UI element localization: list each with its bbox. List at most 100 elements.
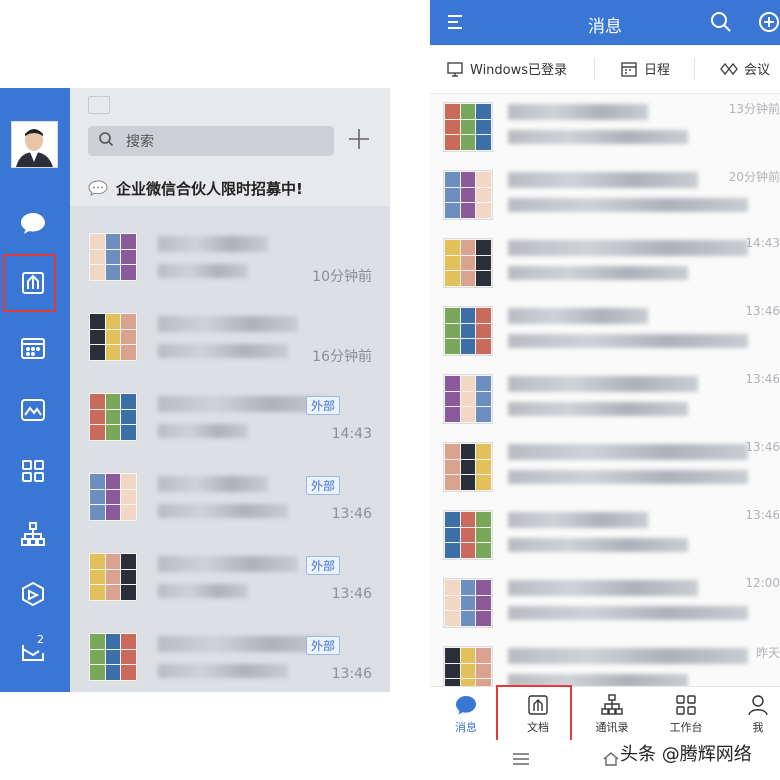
- external-tag: 外部: [306, 396, 341, 415]
- quick-meeting[interactable]: 会议: [720, 59, 770, 78]
- conversation-row[interactable]: 13:46: [430, 298, 780, 367]
- thumb-cell: [476, 444, 491, 459]
- workbench-icon: [676, 695, 696, 715]
- calendar-icon[interactable]: [15, 330, 51, 366]
- thumb-cell: [445, 240, 460, 255]
- redacted-preview: [508, 198, 748, 212]
- docs-highlight-box: [3, 254, 56, 312]
- header-icon: [88, 96, 110, 114]
- add-button[interactable]: [346, 126, 372, 156]
- thumb-cell: [460, 203, 476, 218]
- group-avatar: [443, 238, 493, 288]
- thumb-cell: [90, 265, 105, 280]
- thumb-cell: [476, 119, 491, 135]
- thumb-cell: [460, 475, 476, 490]
- redacted-name: [508, 104, 648, 120]
- chat-icon[interactable]: [15, 205, 51, 241]
- conversation-row[interactable]: 20分钟前: [430, 162, 780, 231]
- conversation-row[interactable]: 外部 13:46: [70, 536, 390, 616]
- conversation-row[interactable]: 13:46: [430, 434, 780, 503]
- search-input[interactable]: 搜索: [88, 126, 334, 156]
- quick-windows[interactable]: Windows已登录: [446, 59, 567, 78]
- redacted-name: [508, 376, 698, 392]
- row-time: 10分钟前: [312, 269, 372, 285]
- thumb-cell: [445, 580, 460, 595]
- thumb-cell: [445, 376, 460, 391]
- thumb-cell: [460, 444, 476, 459]
- conversation-row[interactable]: 13:46: [430, 502, 780, 571]
- thumb-cell: [121, 425, 136, 440]
- row-time: 13分钟前: [728, 102, 780, 116]
- contacts-icon[interactable]: [15, 516, 51, 552]
- thumb-cell: [121, 665, 136, 680]
- conversation-row[interactable]: 外部 14:43: [70, 376, 390, 456]
- conversation-row[interactable]: 外部 13:46: [70, 456, 390, 536]
- conversation-row[interactable]: 14:43: [430, 230, 780, 299]
- external-tag: 外部: [306, 636, 341, 655]
- thumb-cell: [460, 648, 476, 663]
- tab-me[interactable]: 我: [728, 691, 780, 735]
- mail-icon[interactable]: [15, 633, 51, 669]
- group-avatar: [88, 392, 138, 442]
- redacted-preview: [158, 664, 288, 678]
- thumb-cell: [476, 203, 491, 218]
- thumb-cell: [90, 234, 105, 249]
- thumb-cell: [460, 104, 476, 119]
- thumb-cell: [476, 255, 491, 271]
- group-avatar: [88, 472, 138, 522]
- nav-menu-icon[interactable]: [512, 752, 530, 766]
- thumb-cell: [105, 585, 121, 600]
- thumb-cell: [476, 407, 491, 422]
- tab-contacts[interactable]: 通讯录: [582, 691, 642, 735]
- thumb-cell: [460, 580, 476, 595]
- conversation-row[interactable]: 外部 13:46: [70, 616, 390, 696]
- avatar[interactable]: [11, 121, 58, 168]
- redacted-preview: [508, 470, 748, 484]
- search-placeholder: 搜索: [126, 134, 154, 150]
- redacted-name: [508, 444, 748, 460]
- thumb-cell: [445, 255, 460, 271]
- workbench-icon[interactable]: [15, 453, 51, 489]
- redacted-preview: [508, 130, 688, 144]
- thumb-cell: [445, 475, 460, 490]
- row-time: 14:43: [745, 236, 780, 250]
- redacted-name: [508, 172, 698, 188]
- left-nav-rail: 2: [0, 88, 70, 692]
- thumb-cell: [445, 339, 460, 354]
- top-bar: 消息: [430, 0, 780, 45]
- thumb-cell: [105, 569, 121, 585]
- cube-icon[interactable]: [15, 576, 51, 612]
- row-time: 13:46: [331, 586, 372, 602]
- redacted-preview: [158, 344, 288, 358]
- thumb-cell: [121, 345, 136, 360]
- thumb-cell: [476, 527, 491, 543]
- promo-banner[interactable]: 企业微信合伙人限时招募中!: [88, 176, 378, 200]
- tab-workbench[interactable]: 工作台: [656, 691, 716, 735]
- thumb-cell: [476, 240, 491, 255]
- thumb-cell: [460, 391, 476, 407]
- thumb-cell: [105, 474, 121, 489]
- redacted-preview: [508, 538, 688, 552]
- thumb-cell: [105, 505, 121, 520]
- thumb-cell: [445, 119, 460, 135]
- thumb-cell: [90, 585, 105, 600]
- thumb-cell: [476, 663, 491, 679]
- meeting-icon[interactable]: [15, 392, 51, 428]
- thumb-cell: [476, 475, 491, 490]
- conversation-row[interactable]: 10分钟前: [70, 216, 390, 296]
- search-icon[interactable]: [710, 11, 732, 33]
- quick-schedule[interactable]: 日程: [620, 59, 670, 78]
- conversation-row[interactable]: 16分钟前: [70, 296, 390, 376]
- redacted-preview: [508, 402, 688, 416]
- thumb-cell: [445, 407, 460, 422]
- thumb-cell: [105, 265, 121, 280]
- conversation-row[interactable]: 13:46: [430, 366, 780, 435]
- conversation-row[interactable]: 13分钟前: [430, 94, 780, 163]
- conversation-row[interactable]: 12:00: [430, 570, 780, 639]
- redacted-name: [158, 556, 298, 572]
- thumb-cell: [121, 314, 136, 329]
- tab-messages[interactable]: 消息: [436, 691, 496, 735]
- redacted-name: [508, 308, 648, 324]
- add-icon[interactable]: [758, 11, 780, 33]
- thumb-cell: [476, 611, 491, 626]
